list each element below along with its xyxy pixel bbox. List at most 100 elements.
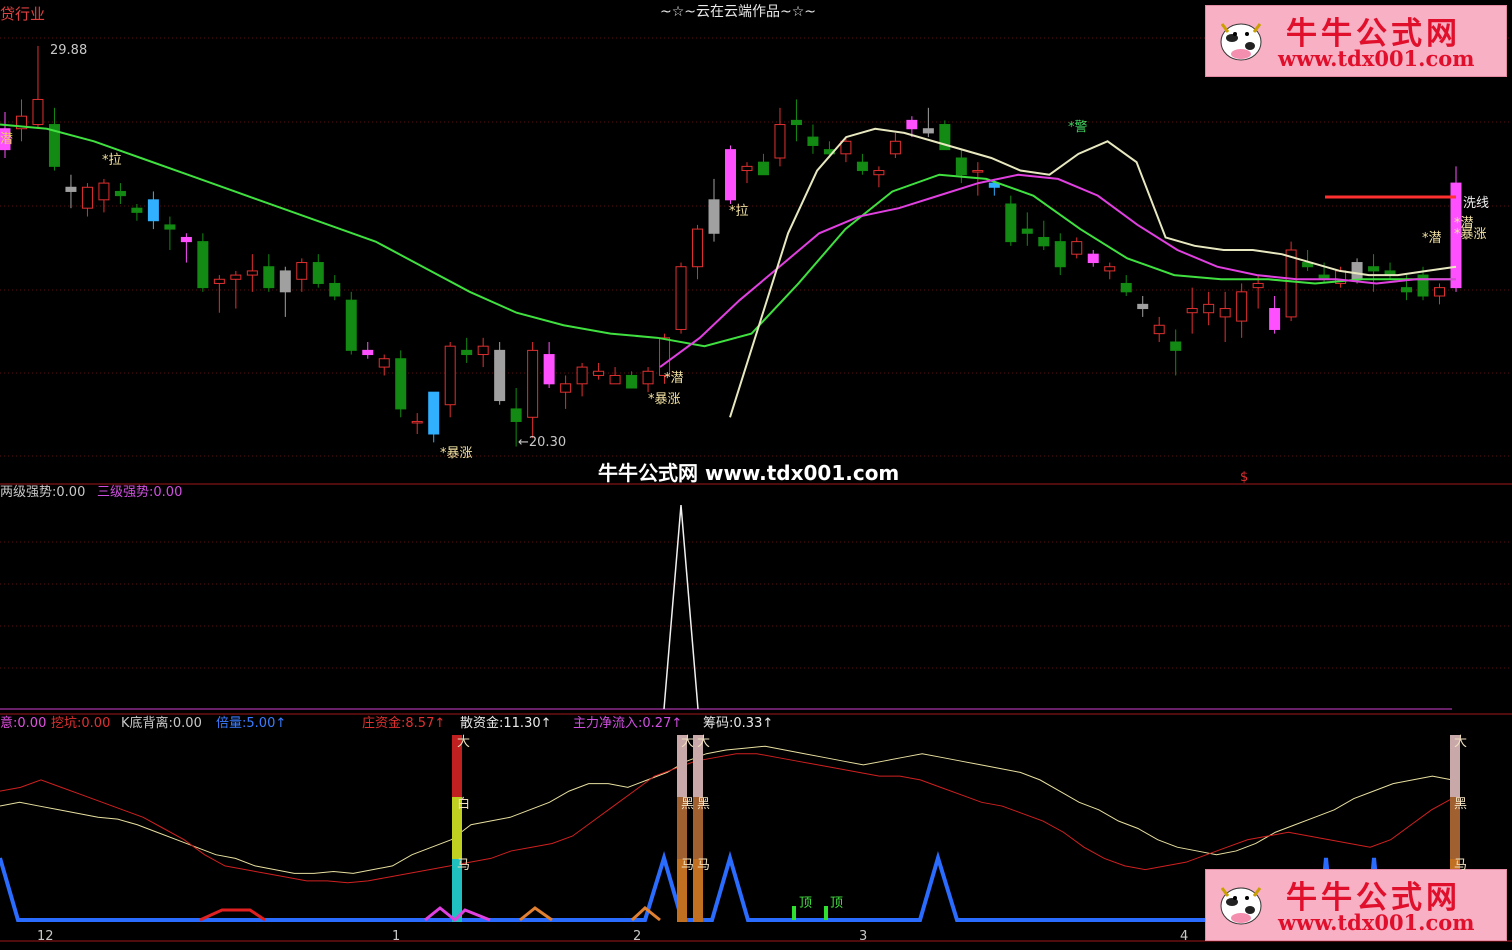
candle-body [543,354,555,385]
candle-body [725,149,736,201]
annotation-jing: *警 [1068,120,1088,135]
candle-body [461,349,473,356]
annotation-baozhang: *暴涨 [648,392,681,407]
ding-marker [792,906,796,920]
candle-body [411,420,423,424]
candle-body [98,182,110,201]
bar-tag: 黑 [681,797,695,812]
candle-body [1137,303,1149,310]
candle-body [1368,266,1380,272]
price-low-label: ←20.30 [518,435,567,450]
candle-body [1005,203,1017,243]
candle-body [510,408,522,422]
candle-body [246,270,258,276]
annotation-qian: *潜 [664,371,684,386]
ding-tag: 顶 [799,896,813,911]
x-tick: 3 [859,929,868,944]
legend-value: 0.00 [153,485,183,500]
x-tick: 1 [392,929,401,944]
dollar-mark: $ [1240,470,1249,485]
ma-line-white [729,127,1457,418]
candle-body [114,190,126,197]
brand-logo-top: 牛牛公式网 www.tdx001.com [1205,5,1507,77]
candle-body [164,224,176,230]
annotation-baozhang: *暴涨 [440,446,473,461]
bar-tag: 大 [1454,735,1468,750]
watermark-text: 牛牛公式网 www.tdx001.com [598,461,900,485]
candle-body [757,161,769,176]
annotation-qian: *潜 [1422,231,1442,246]
candle-body [609,374,621,385]
candle-body [81,186,93,209]
candle-body [922,128,934,134]
annotation-la: *拉 [729,204,749,219]
candle-body [1153,324,1165,335]
candle-body [659,337,671,376]
candle-body [1120,282,1132,293]
bar-tag: 马 [1454,858,1468,873]
candle-body [362,349,374,356]
ind2-legend-item: 挖坑:0.00 [51,716,110,731]
candle-body [1038,236,1050,247]
candle-body [1203,303,1215,314]
legend-label: 庄资金: [362,716,406,731]
candle-body [576,366,588,385]
candle-body [296,262,308,280]
bar-tag: 白 [457,797,471,812]
candle-body [840,140,852,155]
candle-body [312,262,324,284]
candle-body [1071,241,1083,255]
sanzijin-line [0,745,1453,874]
candle-body [147,199,159,222]
bar-tag: 黑 [697,797,711,812]
candles [0,45,1462,447]
legend-value: 8.57↑ [405,716,446,731]
candle-body [675,266,687,330]
candle-body [692,228,704,268]
logo-url: www.tdx001.com [1278,46,1475,71]
candle-body [560,383,572,393]
candle-body [1186,308,1198,314]
bar-tag: 马 [681,858,695,873]
legend-value: 0.00 [172,716,202,731]
candle-body [329,282,341,297]
legend-label: 倍量: [216,716,247,731]
cow-icon [1220,23,1262,61]
candle-body [378,358,390,368]
bar-tag: 马 [697,858,711,873]
candle-body [263,266,275,289]
chart-caption: ~☆~云在云端作品~☆~ [660,4,817,20]
candle-body [856,161,868,172]
candle-body [213,278,225,284]
ind2-legend-item: 筹码:0.33↑ [703,716,773,731]
candle-body [906,119,918,130]
legend-label: 主力净流入: [573,716,643,731]
x-tick: 12 [37,929,54,944]
candle-body [807,136,819,146]
bar-tag: 大 [457,735,471,750]
candle-body [1236,291,1248,322]
legend-value: 11.30↑ [503,716,552,731]
ind2-legend-item: 倍量:5.00↑ [216,716,286,731]
ind2-legend-item: 散资金:11.30↑ [460,716,552,731]
candle-body [593,370,605,376]
ind1-legend-item: 两级强势:0.00 [0,485,85,500]
indicator1-plot [663,504,699,710]
x-tick: 4 [1180,929,1189,944]
legend-value: 0.33↑ [733,716,774,731]
candle-body [428,391,440,435]
candle-body [279,270,291,293]
legend-label: 三级强势: [97,485,154,500]
ind1-legend-item: 三级强势:0.00 [97,485,182,500]
candle-body [955,157,967,176]
price-high-label: 29.88 [50,43,88,58]
cow-icon [1220,887,1262,925]
candle-body [1417,274,1429,297]
annotation-la: *拉 [102,153,122,168]
candle-body [741,165,753,172]
candle-body [1054,241,1066,268]
candle-body [1434,287,1446,297]
bar-tag: 大 [681,735,695,750]
ind2-legend-item: 意:0.00 [0,716,46,731]
candle-body [774,124,786,159]
